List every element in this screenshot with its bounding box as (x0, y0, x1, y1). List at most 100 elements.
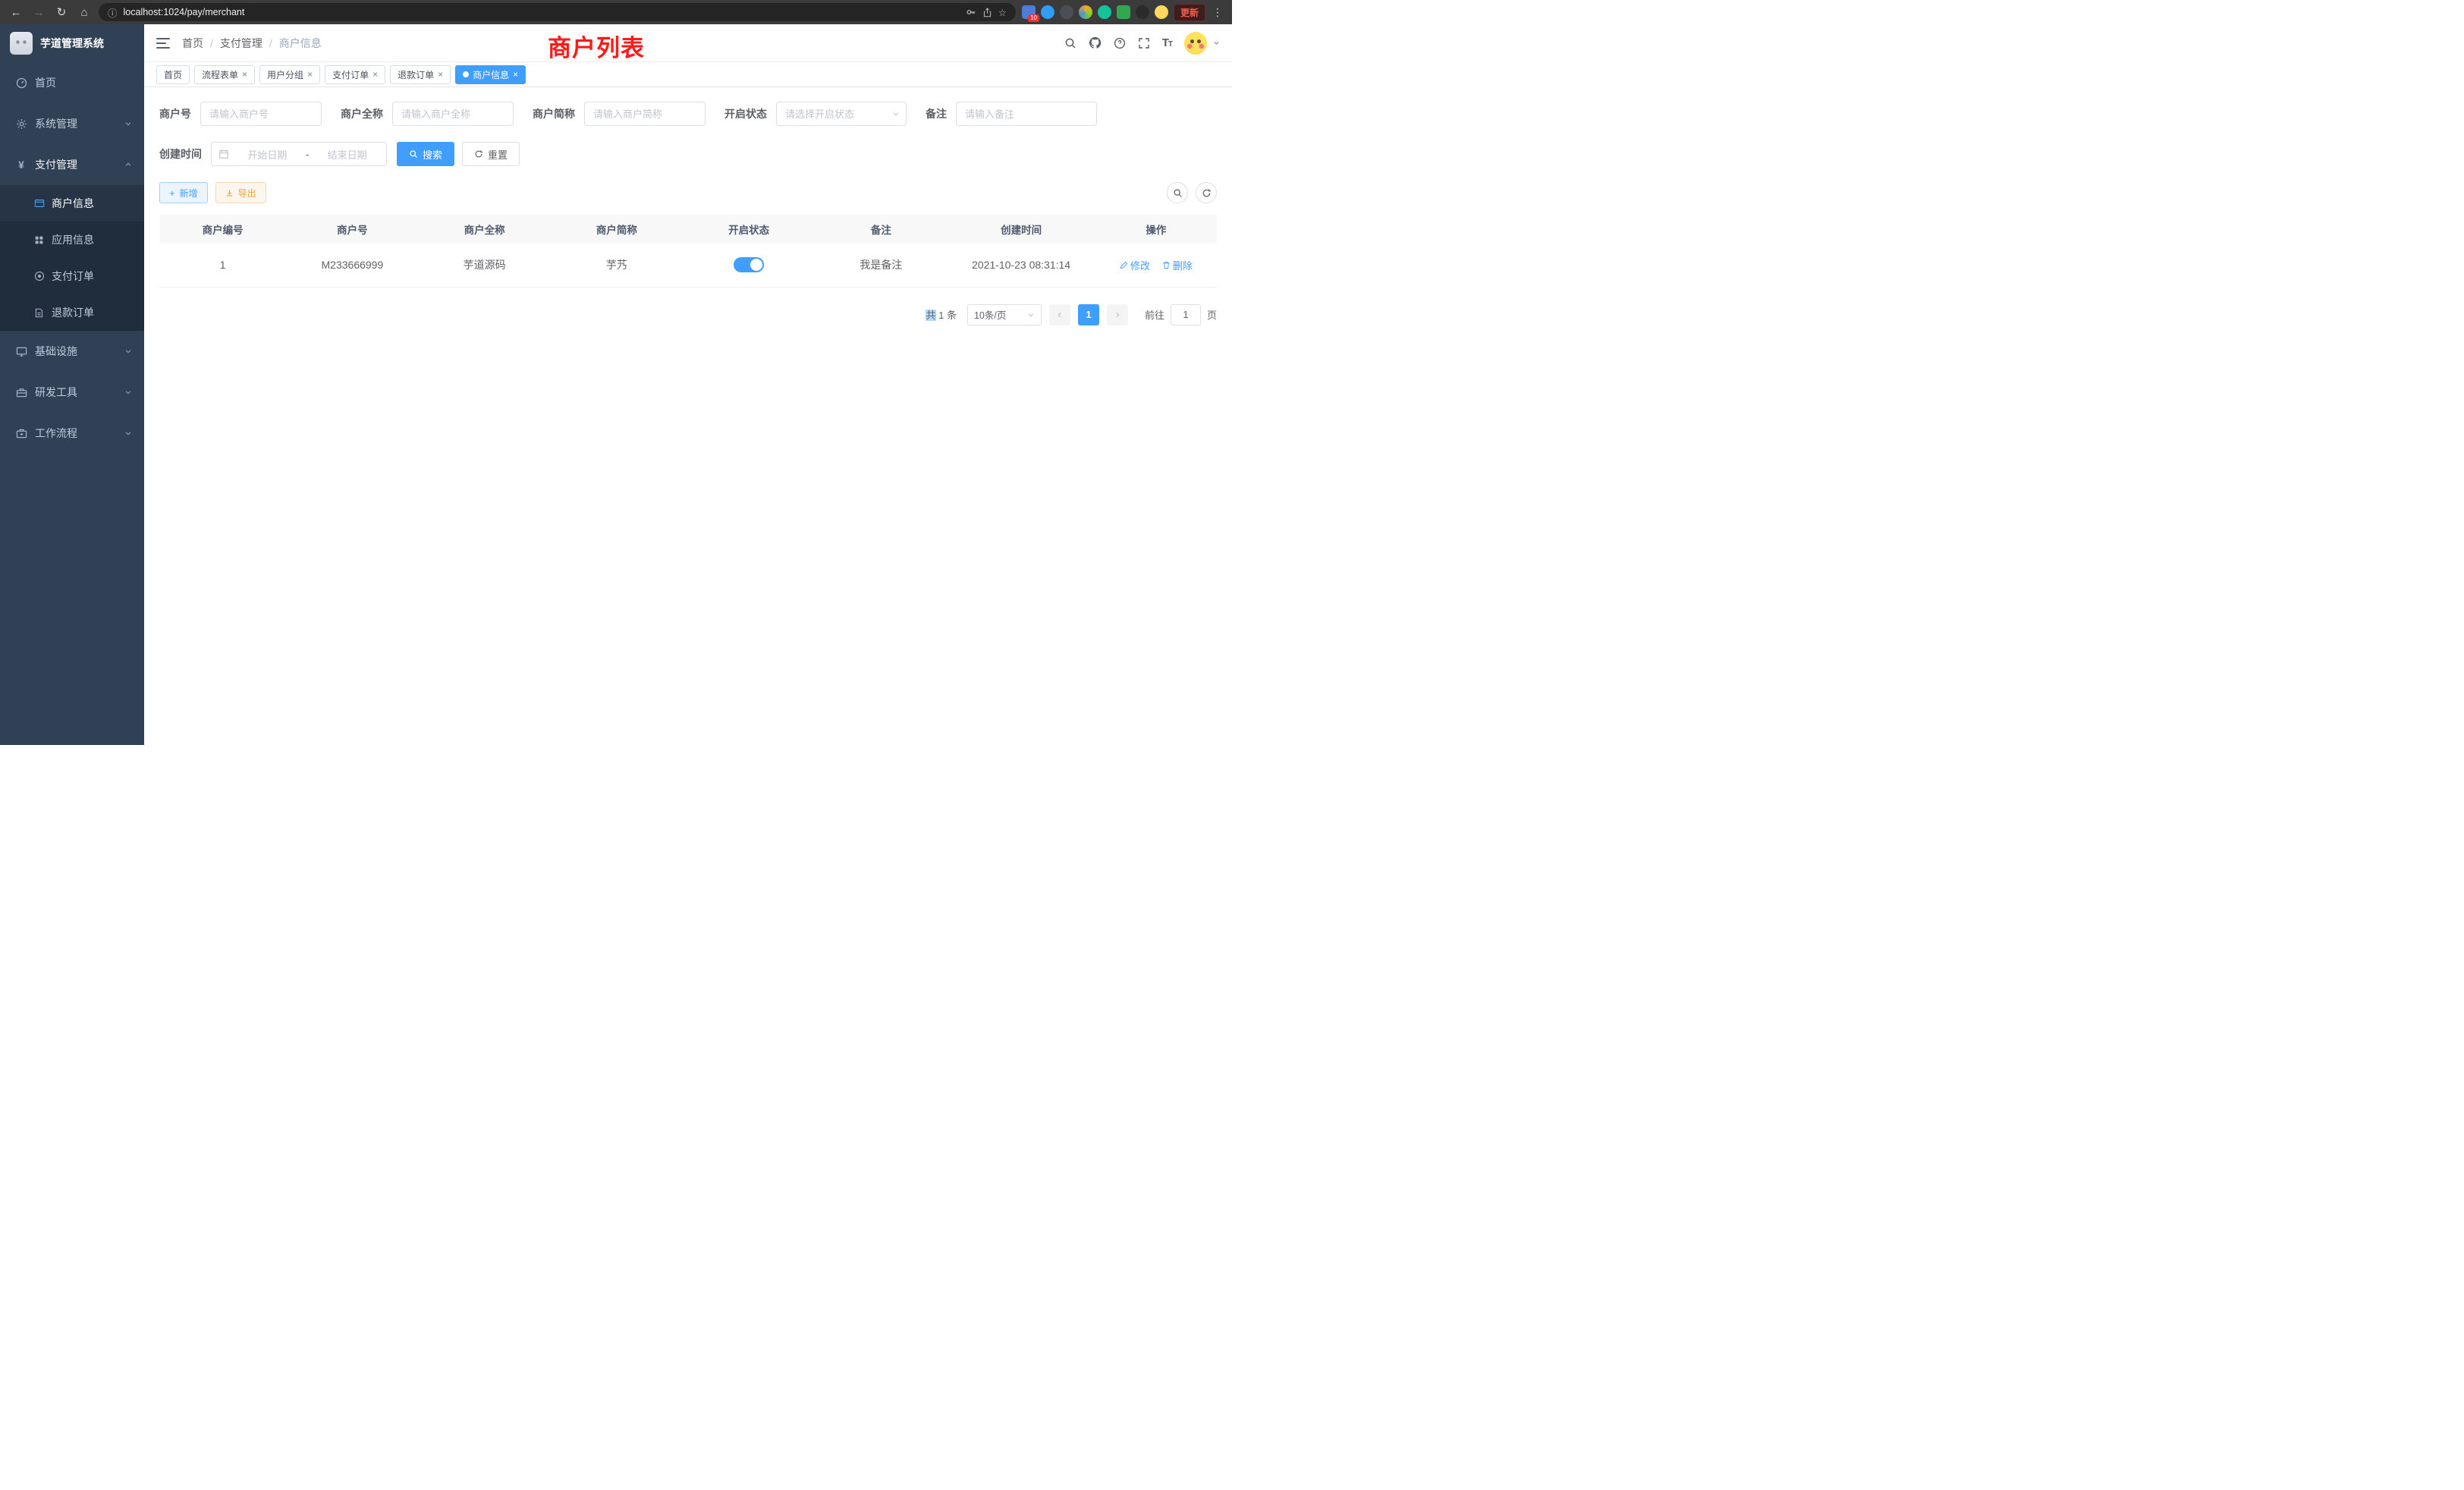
font-size-icon[interactable]: TT (1162, 36, 1172, 49)
extension-icon[interactable] (1060, 5, 1073, 19)
tab-home[interactable]: 首页 (156, 65, 190, 84)
tab-payment-orders[interactable]: 支付订单 × (325, 65, 385, 84)
sidebar-item-app-info[interactable]: 应用信息 (0, 222, 144, 258)
top-navbar: 首页 / 支付管理 / 商户信息 TT (144, 24, 1232, 62)
extension-icon[interactable] (1155, 5, 1168, 19)
next-page-button[interactable] (1107, 304, 1128, 325)
goto-page-input[interactable] (1171, 304, 1201, 325)
browser-forward-button[interactable]: → (30, 6, 47, 19)
remark-input[interactable] (956, 102, 1097, 126)
close-icon[interactable]: × (307, 70, 313, 79)
table-row: 1 M233666999 芋道源码 芋艿 我是备注 2021-10-23 08:… (159, 244, 1217, 287)
date-separator: - (306, 149, 309, 160)
tab-merchant-info[interactable]: 商户信息 × (455, 65, 526, 84)
tabs-bar: 首页 流程表单 × 用户分组 × 支付订单 × 退款订单 × 商户信息 × (144, 62, 1232, 87)
sidebar-item-payment[interactable]: ¥ 支付管理 (0, 144, 144, 185)
menu-label: 系统管理 (35, 116, 77, 131)
chevron-down-icon[interactable] (1213, 39, 1220, 46)
search-icon[interactable] (1064, 37, 1076, 49)
add-button[interactable]: + 新增 (159, 182, 208, 203)
extension-icon[interactable] (1079, 5, 1092, 19)
sidebar-item-system[interactable]: 系统管理 (0, 103, 144, 144)
tab-label: 退款订单 (398, 68, 434, 81)
tab-label: 流程表单 (202, 68, 238, 81)
export-button[interactable]: 导出 (215, 182, 266, 203)
close-icon[interactable]: × (513, 70, 518, 79)
github-icon[interactable] (1089, 36, 1102, 49)
cell-merchant-id: 1 (159, 244, 286, 287)
date-end-placeholder: 结束日期 (315, 147, 379, 162)
password-key-icon[interactable] (966, 7, 976, 17)
toggle-search-button[interactable] (1167, 182, 1188, 203)
date-range-picker[interactable]: 开始日期 - 结束日期 (211, 142, 387, 166)
extension-icon[interactable] (1098, 5, 1111, 19)
close-icon[interactable]: × (372, 70, 378, 79)
user-avatar[interactable] (1184, 32, 1207, 55)
browser-home-button[interactable]: ⌂ (76, 6, 93, 19)
sidebar-item-merchant-info[interactable]: 商户信息 (0, 185, 144, 222)
col-header: 商户号 (286, 215, 418, 244)
col-header: 商户全称 (419, 215, 551, 244)
update-button[interactable]: 更新 (1174, 4, 1205, 21)
submenu-label: 应用信息 (52, 232, 94, 247)
sidebar-item-workflow[interactable]: 工作流程 (0, 413, 144, 454)
extension-icon[interactable]: 10 (1022, 5, 1036, 19)
menu-label: 首页 (35, 75, 56, 90)
col-header: 商户简称 (551, 215, 683, 244)
merchant-name-label: 商户全称 (341, 106, 383, 121)
payment-submenu: 商户信息 应用信息 支付订单 退款订单 (0, 185, 144, 331)
browser-refresh-button[interactable]: ↻ (53, 5, 70, 19)
delete-link-label: 删除 (1173, 258, 1193, 272)
tab-process-form[interactable]: 流程表单 × (194, 65, 255, 84)
close-icon[interactable]: × (438, 70, 443, 79)
extension-icon[interactable] (1136, 5, 1149, 19)
merchant-name-input[interactable] (392, 102, 514, 126)
merchant-short-label: 商户简称 (533, 106, 575, 121)
yen-icon: ¥ (15, 159, 27, 171)
breadcrumb-payment[interactable]: 支付管理 (220, 36, 262, 51)
grid-icon (33, 235, 45, 245)
merchant-short-input[interactable] (584, 102, 706, 126)
page-info-icon[interactable]: ⓘ (108, 5, 118, 20)
reset-button[interactable]: 重置 (462, 142, 520, 166)
fullscreen-icon[interactable] (1138, 37, 1150, 49)
extension-icon[interactable] (1117, 5, 1130, 19)
sidebar-item-dev-tools[interactable]: 研发工具 (0, 372, 144, 413)
edit-link[interactable]: 修改 (1120, 258, 1150, 272)
pagination-total: 共 1 条 (926, 307, 956, 322)
sidebar-item-infrastructure[interactable]: 基础设施 (0, 331, 144, 372)
page-number-button[interactable]: 1 (1078, 304, 1099, 325)
extension-icon[interactable] (1041, 5, 1054, 19)
sidebar-item-refund-orders[interactable]: 退款订单 (0, 294, 144, 331)
breadcrumb-separator: / (269, 37, 272, 49)
create-time-label: 创建时间 (159, 146, 202, 162)
help-icon[interactable] (1114, 37, 1126, 49)
app-logo[interactable]: 芋道管理系统 (0, 24, 144, 62)
browser-back-button[interactable]: ← (8, 6, 24, 19)
browser-toolbar: ← → ↻ ⌂ ⓘ localhost:1024/pay/merchant ☆ … (0, 0, 1232, 24)
extension-badge: 10 (1028, 14, 1039, 22)
merchant-no-input[interactable] (200, 102, 322, 126)
chevron-up-icon (124, 161, 132, 168)
url-bar[interactable]: ⓘ localhost:1024/pay/merchant ☆ (99, 3, 1016, 21)
search-button[interactable]: 搜索 (397, 142, 454, 166)
sidebar-item-home[interactable]: 首页 (0, 62, 144, 103)
tab-user-group[interactable]: 用户分组 × (259, 65, 320, 84)
bookmark-star-icon[interactable]: ☆ (998, 7, 1007, 18)
prev-page-button[interactable] (1049, 304, 1070, 325)
gear-icon (15, 118, 27, 130)
close-icon[interactable]: × (242, 70, 247, 79)
delete-link[interactable]: 删除 (1162, 258, 1193, 272)
sidebar-item-payment-orders[interactable]: 支付订单 (0, 258, 144, 294)
share-icon[interactable] (982, 8, 992, 17)
tab-refund-orders[interactable]: 退款订单 × (390, 65, 451, 84)
submenu-label: 退款订单 (52, 305, 94, 320)
page-size-select[interactable]: 10条/页 (967, 304, 1042, 325)
breadcrumb-home[interactable]: 首页 (182, 36, 203, 51)
refresh-table-button[interactable] (1196, 182, 1217, 203)
status-select[interactable] (776, 102, 907, 126)
status-toggle[interactable] (734, 257, 764, 272)
hamburger-icon[interactable] (156, 38, 170, 49)
breadcrumb: 首页 / 支付管理 / 商户信息 (182, 36, 322, 51)
browser-menu-icon[interactable]: ⋮ (1211, 6, 1224, 19)
